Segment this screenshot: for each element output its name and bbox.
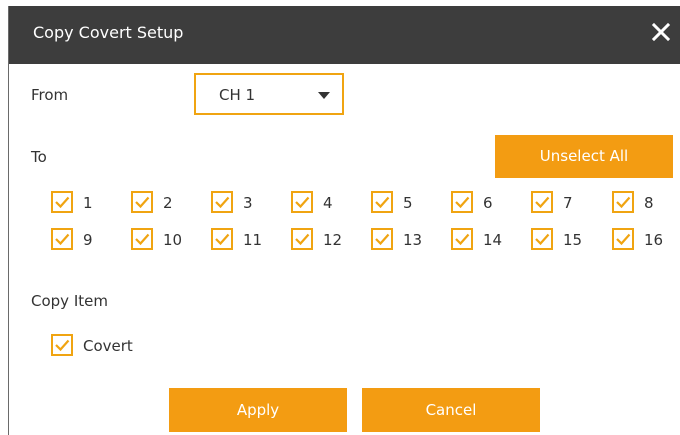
copy-covert-setup-dialog: Copy Covert Setup From CH 1 To Unselect …	[8, 6, 680, 435]
channel-label-6: 6	[483, 194, 493, 212]
channel-label-12: 12	[323, 231, 343, 249]
channel-label-11: 11	[243, 231, 263, 249]
channel-label-1: 1	[83, 194, 93, 212]
checkmark-icon	[295, 233, 310, 246]
dialog-titlebar: Copy Covert Setup	[9, 6, 680, 64]
dialog-title: Copy Covert Setup	[33, 23, 184, 42]
channel-checkbox-2[interactable]	[131, 191, 153, 213]
checkmark-icon	[215, 196, 230, 209]
channel-checkbox-5[interactable]	[371, 191, 393, 213]
checkmark-icon	[55, 233, 70, 246]
channel-checkbox-7[interactable]	[531, 191, 553, 213]
channel-checkbox-1[interactable]	[51, 191, 73, 213]
copy-item-label: Copy Item	[31, 292, 108, 310]
cancel-button[interactable]: Cancel	[362, 388, 540, 432]
channel-label-3: 3	[243, 194, 253, 212]
from-channel-select[interactable]: CH 1	[194, 73, 344, 115]
channel-checkbox-13[interactable]	[371, 228, 393, 250]
channel-label-8: 8	[644, 194, 654, 212]
from-label: From	[31, 86, 69, 104]
channel-checkbox-4[interactable]	[291, 191, 313, 213]
checkmark-icon	[616, 233, 631, 246]
channel-label-13: 13	[403, 231, 423, 249]
apply-button[interactable]: Apply	[169, 388, 347, 432]
channel-label-15: 15	[563, 231, 583, 249]
checkmark-icon	[135, 233, 150, 246]
channel-label-4: 4	[323, 194, 333, 212]
unselect-all-button[interactable]: Unselect All	[495, 135, 673, 178]
channel-checkbox-12[interactable]	[291, 228, 313, 250]
checkmark-icon	[55, 339, 70, 352]
channel-checkbox-8[interactable]	[612, 191, 634, 213]
channel-checkbox-9[interactable]	[51, 228, 73, 250]
channel-label-5: 5	[403, 194, 413, 212]
from-selected-value: CH 1	[219, 86, 256, 104]
channel-checkbox-14[interactable]	[451, 228, 473, 250]
checkmark-icon	[295, 196, 310, 209]
covert-checkbox[interactable]	[51, 334, 73, 356]
checkmark-icon	[375, 196, 390, 209]
channel-checkbox-3[interactable]	[211, 191, 233, 213]
checkmark-icon	[55, 196, 70, 209]
to-label: To	[31, 148, 47, 166]
channel-label-2: 2	[163, 194, 173, 212]
channel-label-9: 9	[83, 231, 93, 249]
channel-label-16: 16	[644, 231, 664, 249]
checkmark-icon	[455, 233, 470, 246]
checkmark-icon	[535, 233, 550, 246]
checkmark-icon	[616, 196, 631, 209]
channel-checkbox-11[interactable]	[211, 228, 233, 250]
checkmark-icon	[535, 196, 550, 209]
checkmark-icon	[455, 196, 470, 209]
close-icon[interactable]	[649, 20, 673, 44]
checkmark-icon	[135, 196, 150, 209]
channel-checkbox-6[interactable]	[451, 191, 473, 213]
channel-label-14: 14	[483, 231, 503, 249]
checkmark-icon	[375, 233, 390, 246]
caret-down-icon	[318, 92, 330, 99]
channel-checkbox-15[interactable]	[531, 228, 553, 250]
channel-label-10: 10	[163, 231, 183, 249]
channel-checkbox-16[interactable]	[612, 228, 634, 250]
covert-label: Covert	[83, 337, 133, 355]
checkmark-icon	[215, 233, 230, 246]
channel-checkbox-10[interactable]	[131, 228, 153, 250]
channel-label-7: 7	[563, 194, 573, 212]
